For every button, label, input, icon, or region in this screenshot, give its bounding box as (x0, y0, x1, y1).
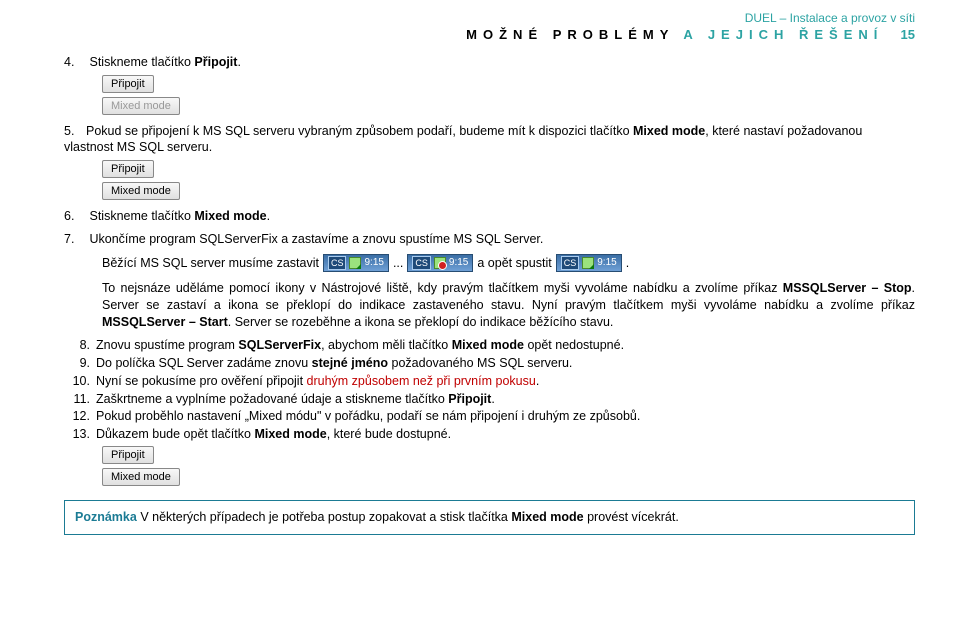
mixed-mode-button[interactable]: Mixed mode (102, 182, 180, 200)
tray-time: 9:15 (449, 256, 468, 270)
step-9: 9.Do políčka SQL Server zadáme znovu ste… (64, 355, 915, 372)
tray-running-2: CS 9:15 (556, 254, 622, 272)
lang-icon: CS (561, 256, 580, 270)
ellipsis: ... (393, 255, 403, 272)
note-label: Poznámka (75, 510, 137, 524)
step-7-detail: To nejsnáze uděláme pomocí ikony v Nástr… (102, 280, 915, 331)
sql-running-icon (349, 257, 361, 269)
step-11: 11.Zaškrtneme a vyplníme požadované údaj… (64, 391, 915, 408)
step-4: 4. Stiskneme tlačítko Připojit. (64, 54, 915, 71)
page-number: 15 (895, 26, 915, 44)
tray-stopped: CS 9:15 (407, 254, 473, 272)
header-title: DUEL – Instalace a provoz v síti (64, 10, 915, 26)
note-box: Poznámka V některých případech je potřeb… (64, 500, 915, 535)
header-sub-teal: A JEJICH ŘEŠENÍ (683, 27, 893, 42)
step-8: 8.Znovu spustíme program SQLServerFix, a… (64, 337, 915, 354)
button-stack-2: Připojit Mixed mode (102, 160, 915, 200)
running-mid: a opět spustit (477, 255, 551, 272)
tray-time: 9:15 (597, 256, 616, 270)
step-5: 5.Pokud se připojení k MS SQL serveru vy… (64, 123, 915, 157)
tray-time: 9:15 (364, 256, 383, 270)
step-10: 10.Nyní se pokusíme pro ověření připojit… (64, 373, 915, 390)
pripojit-button[interactable]: Připojit (102, 160, 154, 178)
header-sub-black: MOŽNÉ PROBLÉMY (466, 27, 674, 42)
server-state-line: Běžící MS SQL server musíme zastavit CS … (102, 254, 915, 272)
mixed-mode-button[interactable]: Mixed mode (102, 468, 180, 486)
running-intro: Běžící MS SQL server musíme zastavit (102, 255, 319, 272)
step-12: 12.Pokud proběhlo nastavení „Mixed módu"… (64, 408, 915, 425)
button-stack-3: Připojit Mixed mode (102, 446, 915, 486)
pripojit-button[interactable]: Připojit (102, 446, 154, 464)
button-stack-1: Připojit Mixed mode (102, 75, 915, 115)
header-subtitle: MOŽNÉ PROBLÉMY A JEJICH ŘEŠENÍ 15 (64, 26, 915, 44)
pripojit-button[interactable]: Připojit (102, 75, 154, 93)
step-6: 6. Stiskneme tlačítko Mixed mode. (64, 208, 915, 225)
sql-running-icon (582, 257, 594, 269)
sql-stopped-icon (434, 257, 446, 269)
page-header: DUEL – Instalace a provoz v síti MOŽNÉ P… (64, 10, 915, 44)
step-7: 7. Ukončíme program SQLServerFix a zasta… (64, 231, 915, 248)
steps-8-13: 8.Znovu spustíme program SQLServerFix, a… (64, 337, 915, 443)
step-13: 13.Důkazem bude opět tlačítko Mixed mode… (64, 426, 915, 443)
tray-running-1: CS 9:15 (323, 254, 389, 272)
lang-icon: CS (328, 256, 347, 270)
lang-icon: CS (412, 256, 431, 270)
mixed-mode-button-disabled: Mixed mode (102, 97, 180, 115)
